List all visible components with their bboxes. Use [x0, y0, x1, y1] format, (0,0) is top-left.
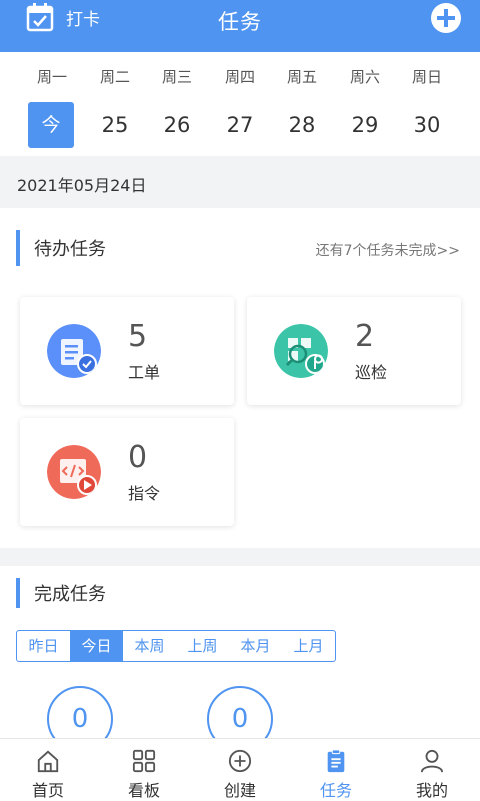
tab-this-week[interactable]: 本周 [123, 631, 176, 661]
day-number[interactable]: 28 [279, 102, 325, 148]
day-name: 周六 [349, 68, 380, 86]
inspection-count: 2 [355, 319, 375, 354]
section-title: 完成任务 [16, 578, 106, 608]
day-name: 周五 [286, 68, 317, 86]
tab-today[interactable]: 今日 [70, 631, 123, 661]
tab-yesterday[interactable]: 昨日 [17, 631, 70, 661]
tab-tasks-label: 任务 [319, 781, 352, 800]
pending-title: 待办任务 [34, 239, 106, 260]
completed-title: 完成任务 [34, 584, 106, 605]
tab-dashboard-label: 看板 [127, 781, 160, 800]
task-card-command[interactable]: 0 指令 [20, 418, 234, 526]
day-number[interactable]: 25 [92, 102, 138, 148]
plus-icon [437, 9, 455, 27]
task-card-inspection[interactable]: 2 巡检 [247, 297, 461, 405]
day-name: 周二 [99, 68, 130, 86]
day-number[interactable]: 30 [404, 102, 450, 148]
tab-create-label: 创建 [223, 781, 256, 800]
command-icon [47, 445, 101, 499]
tab-last-month[interactable]: 上月 [282, 631, 335, 661]
tab-this-month[interactable]: 本月 [229, 631, 282, 661]
home-icon [37, 750, 59, 773]
day-number[interactable]: 27 [217, 102, 263, 148]
work-order-label: 工单 [128, 363, 161, 382]
add-button[interactable] [431, 3, 461, 33]
plus-circle-icon [228, 749, 252, 773]
command-count: 0 [128, 440, 148, 475]
tab-mine-label: 我的 [415, 781, 448, 800]
tab-tasks[interactable]: 任务 [288, 739, 384, 801]
week-strip: 周一 周二 周三 周四 周五 周六 周日 今 25 26 27 28 29 30 [0, 52, 480, 156]
more-tasks-link[interactable]: 还有7个任务未完成>> [316, 240, 460, 260]
user-icon [420, 749, 444, 773]
period-tabs: 昨日 今日 本周 上周 本月 上月 [16, 630, 336, 662]
inspection-icon [274, 324, 328, 378]
work-order-icon [47, 324, 101, 378]
tab-last-week[interactable]: 上周 [176, 631, 229, 661]
pending-tasks-section: 待办任务 还有7个任务未完成>> 5 工单 2 巡检 0 指令 [0, 208, 480, 548]
day-name: 周一 [36, 68, 67, 86]
top-bar: 打卡 任务 [0, 0, 480, 52]
command-label: 指令 [128, 484, 161, 503]
day-name: 周日 [411, 68, 442, 86]
tab-dashboard[interactable]: 看板 [96, 739, 192, 801]
page-title: 任务 [218, 10, 262, 34]
day-number[interactable]: 26 [154, 102, 200, 148]
task-clipboard-icon [327, 749, 345, 773]
date-bar: 2021年05月24日 [0, 156, 480, 208]
tab-mine[interactable]: 我的 [384, 739, 480, 801]
completed-tasks-section: 完成任务 昨日 今日 本周 上周 本月 上月 0 0 [0, 566, 480, 752]
current-date: 2021年05月24日 [17, 176, 147, 195]
inspection-label: 巡检 [355, 363, 388, 382]
day-name: 周三 [161, 68, 192, 86]
tab-create[interactable]: 创建 [192, 739, 288, 801]
section-title: 待办任务 [16, 230, 106, 266]
bottom-tab-bar: 首页 看板 创建 任务 我的 [0, 738, 480, 801]
day-number[interactable]: 29 [342, 102, 388, 148]
section-accent-bar [16, 230, 20, 266]
grid-icon [132, 749, 156, 773]
day-today[interactable]: 今 [28, 102, 74, 148]
day-name: 周四 [224, 68, 255, 86]
tab-home-label: 首页 [31, 781, 64, 800]
section-accent-bar [16, 578, 20, 608]
task-card-work-order[interactable]: 5 工单 [20, 297, 234, 405]
work-order-count: 5 [128, 319, 148, 354]
tab-home[interactable]: 首页 [0, 739, 96, 801]
